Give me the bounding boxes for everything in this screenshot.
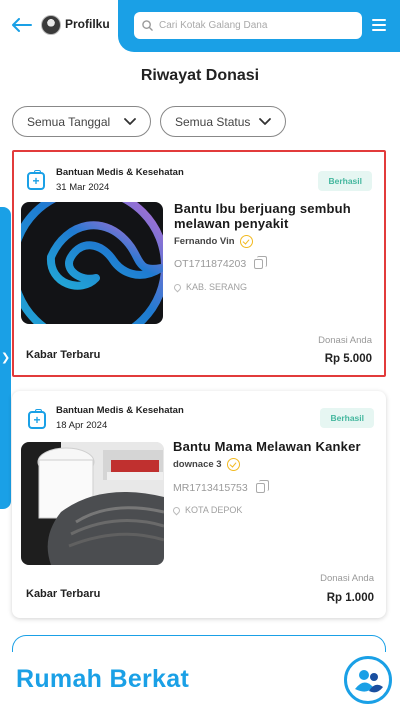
search-icon [142,20,153,31]
menu-icon-bar [372,29,386,31]
fundraiser-name-text: Fernando Vin [174,236,235,247]
campaign-location: KAB. SERANG [172,282,248,292]
status-filter-label: Semua Status [175,114,251,129]
fundraiser-name: Fernando Vin [174,235,253,248]
donation-card[interactable]: Bantuan Medis & Kesehatan 31 Mar 2024 Be… [12,150,386,377]
fundraiser-name-text: downace 3 [173,459,222,470]
campaign-title[interactable]: Bantu Ibu berjuang sembuh melawan penyak… [174,201,379,231]
menu-icon-bar [372,24,386,26]
profile-link[interactable]: Profilku [65,17,110,31]
location-text: KAB. SERANG [186,282,248,292]
verified-check-icon [239,235,253,248]
transaction-id-text: MR1713415753 [173,482,248,494]
donation-amount: Rp 1.000 [326,592,374,604]
medical-kit-icon [28,409,46,429]
transaction-id: OT1711874203 [174,256,268,270]
donation-amount: Rp 5.000 [324,353,372,365]
donation-label: Donasi Anda [320,573,374,584]
side-drawer-tab[interactable]: ❯ [0,207,11,509]
latest-updates-link[interactable]: Kabar Terbaru [26,588,100,600]
hamburger-menu-button[interactable] [370,17,388,33]
donation-date: 18 Apr 2024 [56,420,108,431]
donation-card[interactable]: Bantuan Medis & Kesehatan 18 Apr 2024 Be… [12,391,386,618]
verified-check-icon [226,458,240,471]
campaign-image[interactable] [21,442,164,565]
date-filter-label: Semua Tanggal [27,114,111,129]
copy-icon[interactable] [255,480,269,493]
donation-category: Bantuan Medis & Kesehatan [56,405,184,416]
back-button[interactable] [10,13,34,37]
fundraiser-name: downace 3 [173,458,240,471]
chevron-down-icon [259,118,271,125]
page-title: Riwayat Donasi [140,67,260,84]
chevron-down-icon [124,118,136,125]
transaction-id: MR1713415753 [173,480,269,494]
search-box[interactable] [134,12,362,39]
menu-icon-bar [372,19,386,21]
medical-kit-icon [27,170,45,190]
campaign-image[interactable] [21,202,163,324]
campaign-photo-image [21,442,164,565]
campaign-logo-image [21,202,163,324]
location-text: KOTA DEPOK [185,505,243,515]
campaign-location: KOTA DEPOK [171,505,243,515]
transaction-id-text: OT1711874203 [174,258,247,270]
footer: Rumah Berkat [0,652,400,713]
location-pin-icon [171,505,182,515]
chat-assistant-button[interactable] [344,656,392,704]
donation-category: Bantuan Medis & Kesehatan [56,167,184,178]
latest-updates-link[interactable]: Kabar Terbaru [26,349,100,361]
status-badge: Berhasil [318,171,372,191]
donation-date: 31 Mar 2024 [56,182,110,193]
date-filter-dropdown[interactable]: Semua Tanggal [12,106,151,137]
location-pin-icon [172,282,183,292]
donation-label: Donasi Anda [318,335,372,346]
campaign-title[interactable]: Bantu Mama Melawan Kanker [173,439,378,454]
top-bar: Profilku [0,0,400,52]
chevron-right-icon: ❯ [1,352,11,364]
brand-logo-text: Rumah Berkat [16,665,190,693]
status-badge: Berhasil [320,408,374,428]
status-filter-dropdown[interactable]: Semua Status [160,106,286,137]
copy-icon[interactable] [254,256,268,269]
search-input[interactable] [159,20,359,31]
arrow-left-icon [12,18,32,32]
avatar[interactable] [41,15,61,35]
people-logo-icon [349,661,387,699]
